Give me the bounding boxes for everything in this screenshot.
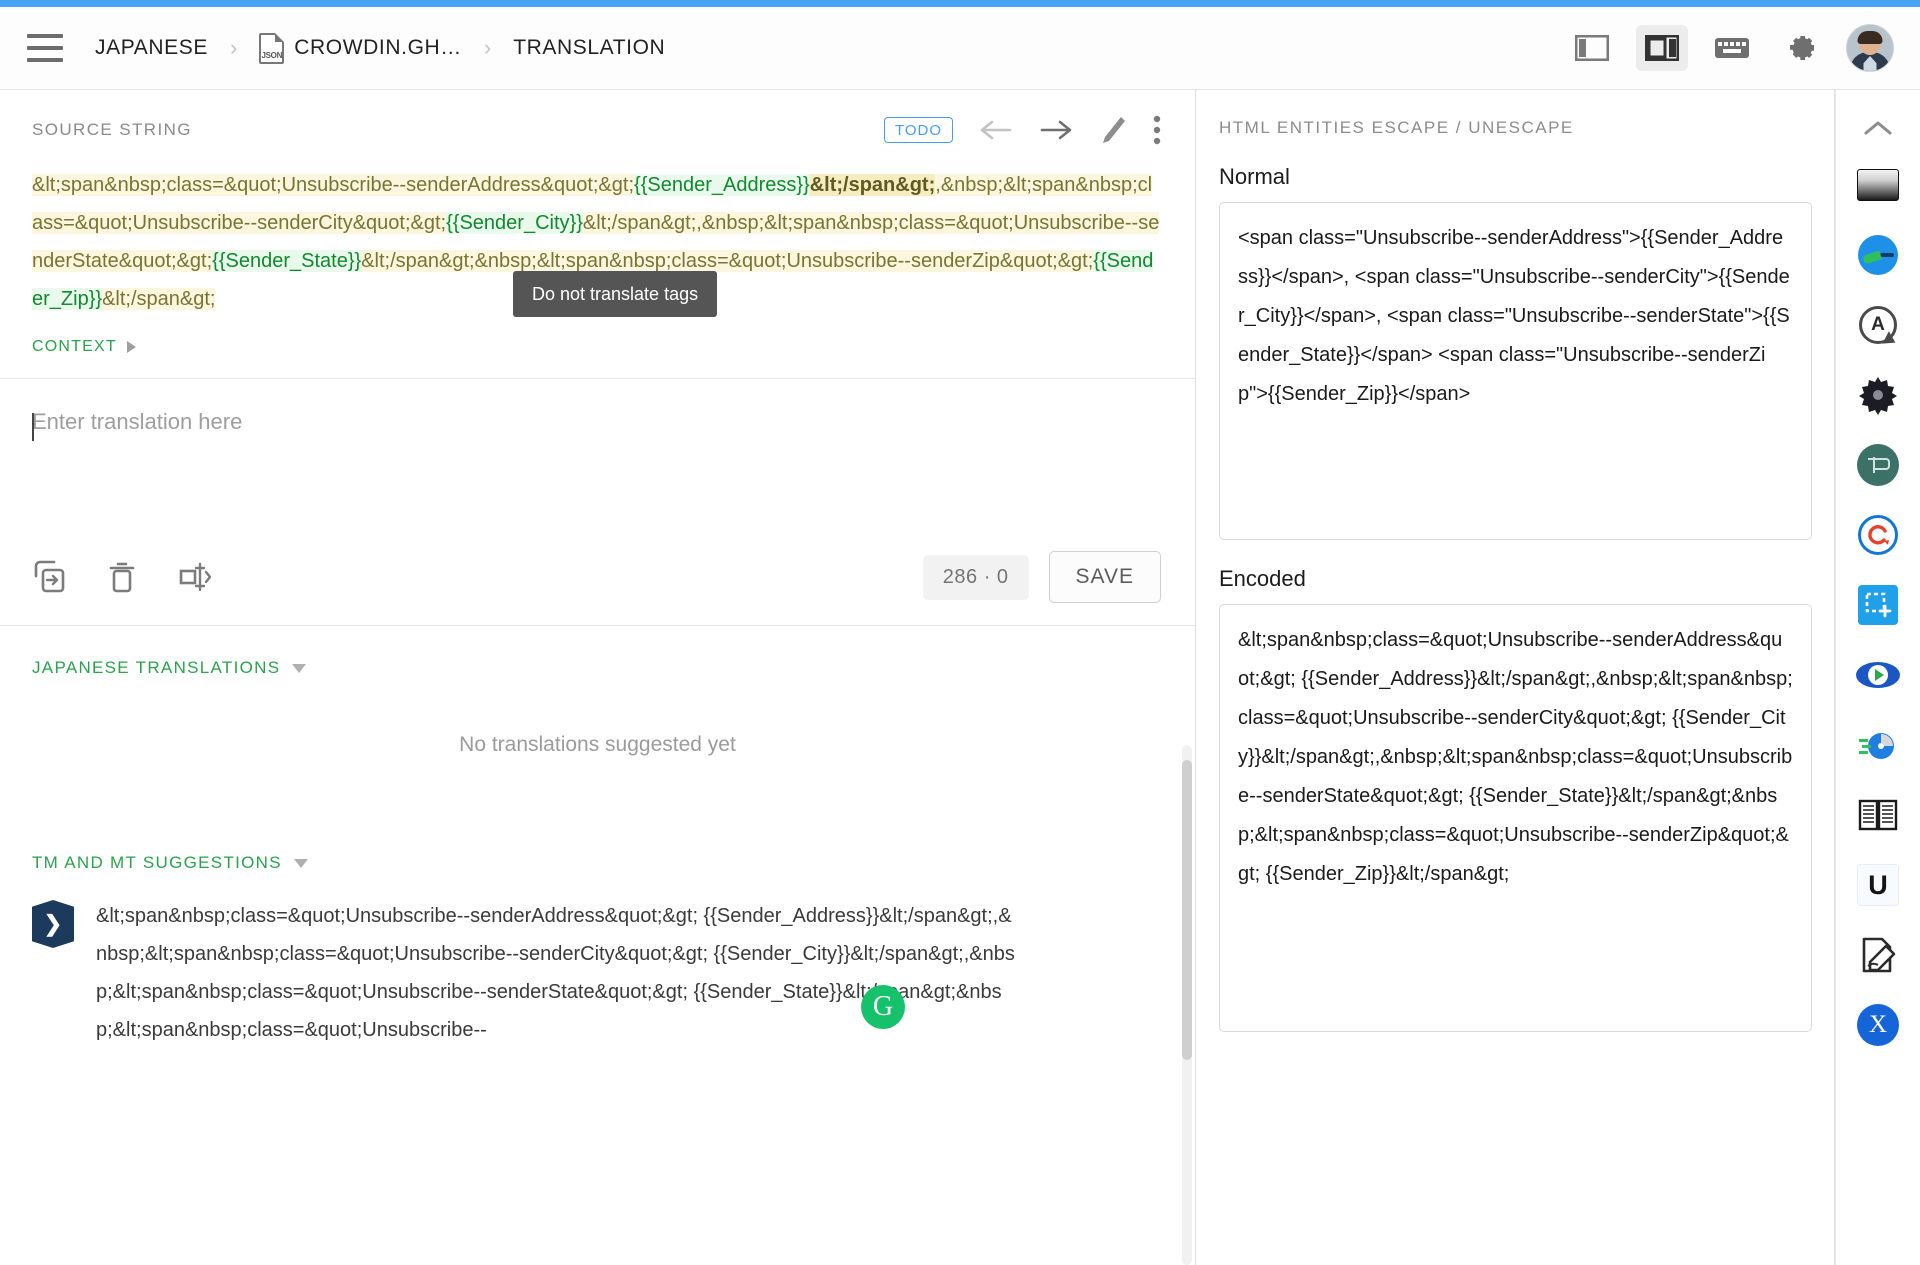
source-string-title: SOURCE STRING	[32, 120, 192, 139]
x-blue-glyph: X	[1857, 1004, 1899, 1046]
more-options-kebab-icon[interactable]	[1153, 115, 1161, 145]
screenshot-capture-icon[interactable]	[1849, 570, 1907, 640]
speedometer-extension-icon[interactable]	[1849, 220, 1907, 290]
tooltip: Do not translate tags	[513, 271, 718, 317]
source-segment-placeholder: {{Sender_City}}	[446, 212, 583, 234]
no-translations-message: No translations suggested yet	[459, 733, 736, 756]
source-string-header: SOURCE STRING TODO	[0, 90, 1195, 148]
editor-tool-icons	[32, 560, 212, 594]
chevron-right-icon	[126, 341, 136, 353]
source-string-actions: TODO	[883, 115, 1161, 145]
source-segment-placeholder: {{Sender_Address}}	[634, 174, 810, 196]
tm-mt-suggestions-toggle[interactable]: TM AND MT SUGGESTIONS	[0, 821, 1195, 873]
breadcrumb-item-translation[interactable]: TRANSLATION	[513, 36, 665, 60]
main-area: SOURCE STRING TODO &lt;span&nbsp;class=&…	[0, 90, 1920, 1265]
clear-tm-icon[interactable]	[178, 560, 212, 594]
normal-group: Normal <span class="Unsubscribe--senderA…	[1197, 138, 1834, 540]
breadcrumb-item-language[interactable]: JAPANESE	[95, 36, 208, 60]
browser-extension-rail: A U X	[1835, 90, 1920, 1265]
dark-gear-extension-icon[interactable]	[1849, 360, 1907, 430]
japanese-translations-label: JAPANESE TRANSLATIONS	[32, 658, 281, 677]
breadcrumb-separator-icon-2: ›	[483, 35, 492, 60]
source-segment-tag-hovered[interactable]: &lt;/span&gt;	[809, 174, 936, 196]
hamburger-menu-icon[interactable]	[27, 34, 63, 62]
panel-title: HTML ENTITIES ESCAPE / UNESCAPE	[1219, 118, 1574, 137]
chevron-down-icon	[292, 663, 307, 673]
encoded-textarea[interactable]: &lt;span&nbsp;class=&quot;Unsubscribe--s…	[1219, 604, 1812, 1032]
context-label: CONTEXT	[32, 338, 117, 355]
source-segment-placeholder: {{Sender_State}}	[212, 250, 362, 272]
html-entities-panel: HTML ENTITIES ESCAPE / UNESCAPE Normal <…	[1197, 90, 1835, 1265]
next-string-arrow-icon[interactable]	[1039, 117, 1073, 143]
scrollbar-thumb[interactable]	[1182, 760, 1192, 1060]
tm-mt-suggestions-label: TM AND MT SUGGESTIONS	[32, 853, 282, 872]
tm-source-badge-icon: ❯	[32, 900, 74, 948]
status-badge[interactable]: TODO	[883, 117, 953, 143]
eye-preview-icon[interactable]	[1849, 640, 1907, 710]
copy-source-icon[interactable]	[32, 560, 66, 594]
layout-right-panel-icon[interactable]	[1636, 25, 1688, 71]
source-segment-tag: &lt;/span&gt;	[582, 212, 697, 234]
source-string-text[interactable]: &lt;span&nbsp;class=&quot;Unsubscribe--s…	[0, 148, 1195, 324]
layout-left-panel-icon[interactable]	[1566, 25, 1618, 71]
user-avatar[interactable]	[1846, 24, 1894, 72]
breadcrumb-item-file[interactable]: JSON CROWDIN.GH…	[259, 32, 462, 64]
page-speed-icon[interactable]	[1849, 710, 1907, 780]
source-segment-tag: &nbsp;	[474, 250, 537, 272]
unicode-u-icon[interactable]: U	[1849, 850, 1907, 920]
chevron-down-icon-2	[293, 858, 308, 868]
encoded-label: Encoded	[1219, 566, 1306, 591]
unicode-u-glyph: U	[1857, 864, 1899, 906]
grammarly-green-icon[interactable]: G	[861, 985, 905, 1029]
source-segment-tag: &lt;/span&gt;	[102, 288, 216, 310]
breadcrumb: JAPANESE › JSON CROWDIN.GH… › TRANSLATIO…	[95, 32, 665, 64]
translation-editor-app: JAPANESE › JSON CROWDIN.GH… › TRANSLATIO…	[0, 0, 1920, 1265]
source-segment-tag: ,&nbsp;	[696, 212, 765, 234]
editor-pane: SOURCE STRING TODO &lt;span&nbsp;class=&…	[0, 90, 1196, 1265]
json-file-icon: JSON	[259, 32, 285, 64]
context-toggle[interactable]: CONTEXT	[0, 324, 1195, 378]
normal-textarea[interactable]: <span class="Unsubscribe--senderAddress"…	[1219, 202, 1812, 540]
edit-pencil-icon[interactable]	[1099, 115, 1127, 145]
accent-bar	[0, 0, 1920, 7]
encoded-group: Encoded &lt;span&nbsp;class=&quot;Unsubs…	[1197, 540, 1834, 1032]
character-counter: 286 · 0	[922, 554, 1029, 600]
edit-document-icon[interactable]	[1849, 920, 1907, 990]
readability-book-icon[interactable]	[1849, 780, 1907, 850]
ally-audit-glyph: A	[1859, 306, 1897, 344]
text-caret	[32, 413, 34, 441]
header-actions	[1566, 24, 1894, 72]
editor-toolbar: 286 · 0 SAVE	[0, 529, 1195, 625]
chevron-up-icon[interactable]	[1849, 106, 1907, 150]
breadcrumb-separator-icon: ›	[229, 35, 238, 60]
x-blue-icon[interactable]: X	[1849, 990, 1907, 1060]
ally-audit-icon[interactable]: A	[1849, 290, 1907, 360]
list-item[interactable]: ❯ &lt;span&nbsp;class=&quot;Unsubscribe-…	[0, 873, 1195, 1049]
normal-label: Normal	[1219, 164, 1290, 189]
breadcrumb-item-file-label: CROWDIN.GH…	[294, 36, 462, 59]
source-segment-tag: &lt;/span&gt;	[361, 250, 475, 272]
source-segment-tag: ,&nbsp;	[935, 174, 1004, 196]
keyboard-shortcuts-icon[interactable]	[1706, 25, 1758, 71]
editor-toolbar-right: 286 · 0 SAVE	[922, 551, 1161, 603]
save-button[interactable]: SAVE	[1048, 551, 1161, 603]
pocket-flag-icon[interactable]	[1849, 430, 1907, 500]
screen-recorder-icon[interactable]	[1849, 150, 1907, 220]
settings-gear-icon[interactable]	[1776, 25, 1828, 71]
translation-input[interactable]: Enter translation here	[0, 379, 1195, 529]
app-header: JAPANESE › JSON CROWDIN.GH… › TRANSLATIO…	[0, 7, 1920, 90]
source-segment-tag: &lt;span&nbsp;class=&quot;Unsubscribe--s…	[32, 174, 635, 196]
json-file-icon-label: JSON	[261, 50, 283, 60]
japanese-translations-toggle[interactable]: JAPANESE TRANSLATIONS	[0, 626, 1195, 678]
translation-placeholder: Enter translation here	[32, 409, 243, 434]
previous-string-arrow-icon[interactable]	[979, 117, 1013, 143]
delete-icon[interactable]	[108, 560, 136, 594]
source-segment-tag: &lt;span&nbsp;class=&quot;Unsubscribe--s…	[536, 250, 1094, 272]
sync-refresh-icon[interactable]	[1849, 500, 1907, 570]
